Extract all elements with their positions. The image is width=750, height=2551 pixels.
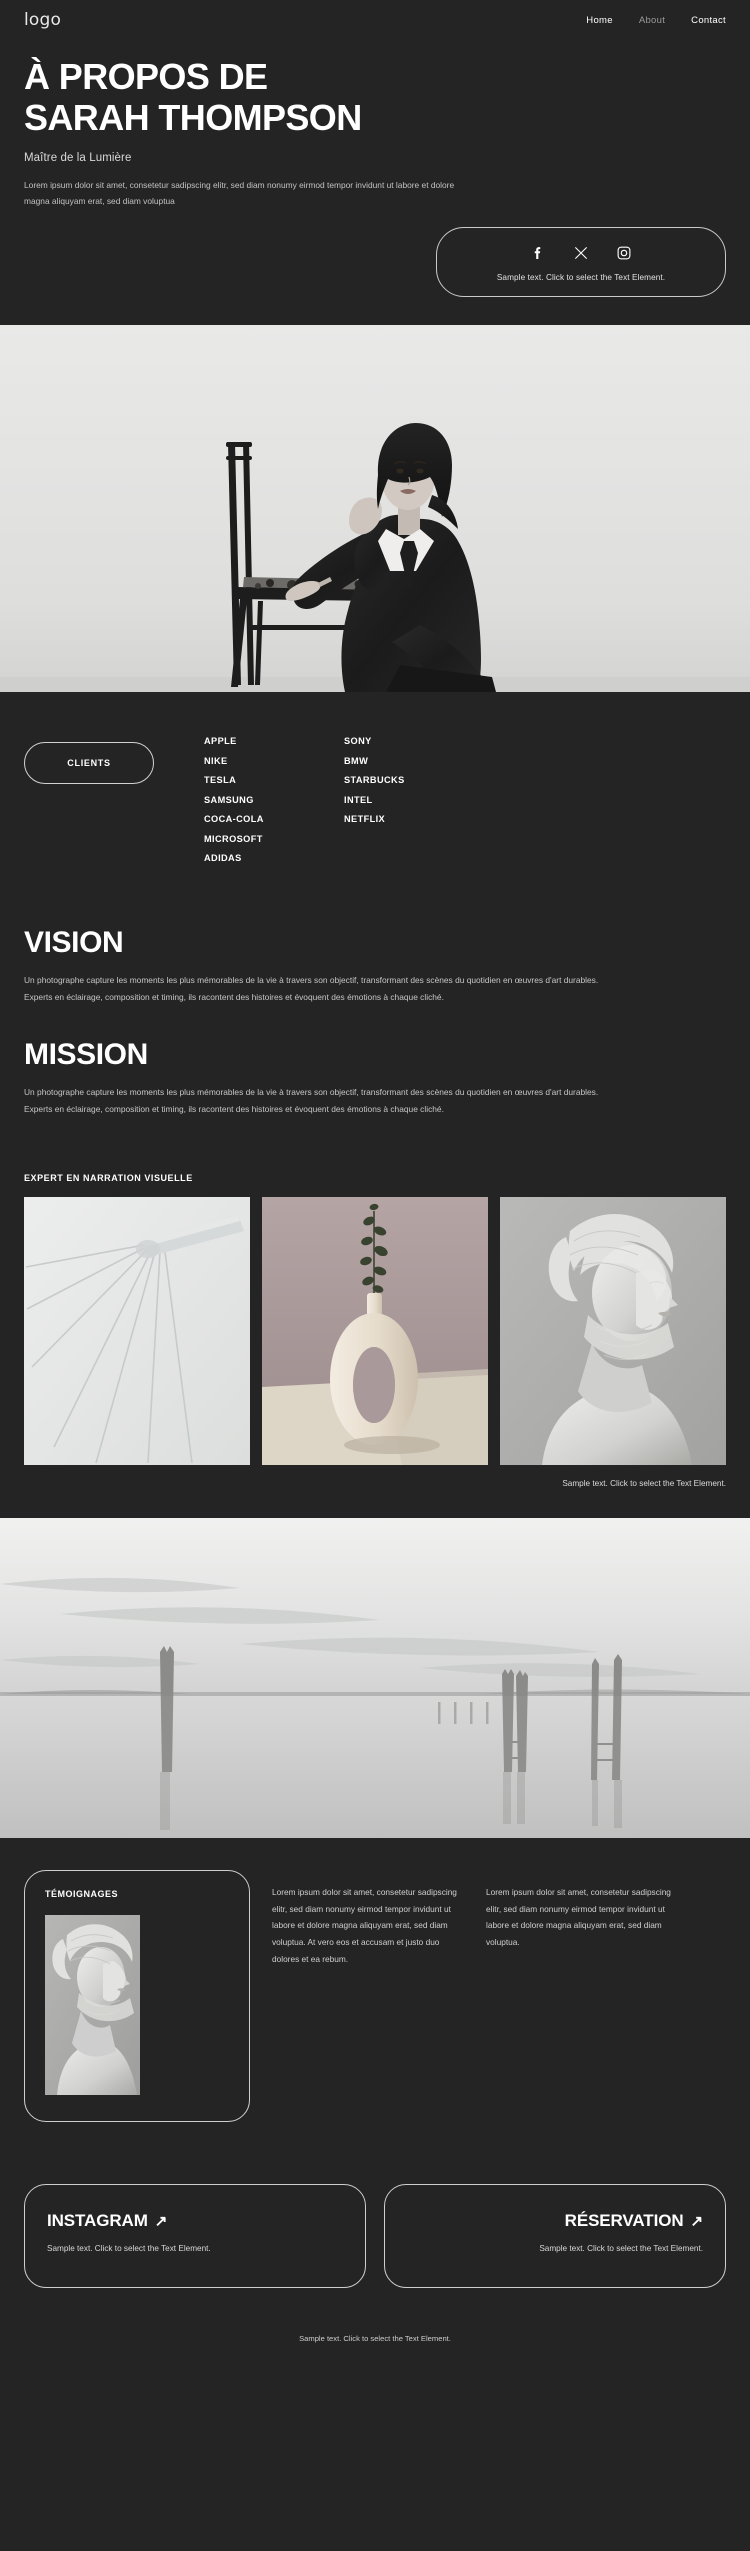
vision-block: VISION Un photographe capture les moment… xyxy=(24,927,726,1005)
vision-heading: VISION xyxy=(24,925,124,959)
client-item[interactable]: TESLA xyxy=(204,775,344,785)
instagram-icon[interactable] xyxy=(616,244,633,261)
page-title-line-1: À PROPOS DE xyxy=(24,56,268,97)
hero-photo xyxy=(0,325,750,693)
client-item[interactable]: STARBUCKS xyxy=(344,775,484,785)
client-item[interactable]: NETFLIX xyxy=(344,814,484,824)
client-item[interactable]: INTEL xyxy=(344,795,484,805)
facebook-icon[interactable] xyxy=(530,244,547,261)
reservation-cta-title: RÉSERVATION ↗ xyxy=(407,2211,703,2231)
nav-item-about[interactable]: About xyxy=(639,15,665,26)
x-twitter-icon[interactable] xyxy=(573,244,590,261)
client-item[interactable]: APPLE xyxy=(204,736,344,746)
site-header: logo Home About Contact xyxy=(0,0,750,40)
testimonial-photo xyxy=(45,1915,140,2096)
client-item[interactable]: BMW xyxy=(344,756,484,766)
footer-text: Sample text. Click to select the Text El… xyxy=(299,2334,451,2344)
vision-body: Un photographe capture les moments les p… xyxy=(24,975,599,1002)
testimonial-quote: Lorem ipsum dolor sit amet, consetetur s… xyxy=(486,1887,671,1947)
arrow-up-right-icon: ↗ xyxy=(690,2212,704,2230)
testimonial-quote: Lorem ipsum dolor sit amet, consetetur s… xyxy=(272,1887,457,1964)
arrow-up-right-icon: ↗ xyxy=(154,2212,168,2230)
main-nav: Home About Contact xyxy=(586,15,726,26)
hero-subtitle: Maître de la Lumière xyxy=(24,152,132,165)
gallery-grid xyxy=(0,1197,750,1466)
social-card[interactable]: Sample text. Click to select the Text El… xyxy=(436,227,726,298)
clients-columns: APPLE NIKE TESLA SAMSUNG COCA-COLA MICRO… xyxy=(204,736,484,873)
vision-mission-section: VISION Un photographe capture les moment… xyxy=(0,907,750,1118)
client-item[interactable]: MICROSOFT xyxy=(204,834,344,844)
gallery-item-ceramic-vase[interactable] xyxy=(262,1197,488,1466)
client-item[interactable]: NIKE xyxy=(204,756,344,766)
nav-item-contact[interactable]: Contact xyxy=(691,15,726,26)
gallery-item-draped-bust[interactable] xyxy=(500,1197,726,1466)
client-item[interactable]: ADIDAS xyxy=(204,853,344,863)
client-item[interactable]: SONY xyxy=(344,736,484,746)
instagram-cta-label: INSTAGRAM xyxy=(47,2211,148,2231)
social-section: Sample text. Click to select the Text El… xyxy=(0,209,750,298)
nav-item-home[interactable]: Home xyxy=(586,15,613,26)
page-title-line-2: SARAH THOMPSON xyxy=(24,97,362,139)
reservation-cta-card[interactable]: RÉSERVATION ↗ Sample text. Click to sele… xyxy=(384,2184,726,2289)
landscape-photo xyxy=(0,1518,750,1839)
instagram-cta-text: Sample text. Click to select the Text El… xyxy=(47,2244,211,2254)
testimonials-card[interactable]: TÉMOIGNAGES xyxy=(24,1870,250,2123)
gallery-caption: Sample text. Click to select the Text El… xyxy=(562,1479,726,1489)
gallery-item-abstract-lines[interactable] xyxy=(24,1197,250,1466)
social-caption: Sample text. Click to select the Text El… xyxy=(496,273,666,283)
cta-section: INSTAGRAM ↗ Sample text. Click to select… xyxy=(0,2122,750,2289)
social-icon-row xyxy=(447,244,715,261)
page-root: logo Home About Contact À PROPOS DE SARA… xyxy=(0,0,750,2369)
mission-block: MISSION Un photographe capture les momen… xyxy=(24,1039,726,1117)
clients-column-left: APPLE NIKE TESLA SAMSUNG COCA-COLA MICRO… xyxy=(204,736,344,873)
clients-column-right: SONY BMW STARBUCKS INTEL NETFLIX xyxy=(344,736,484,873)
testimonials-title: TÉMOIGNAGES xyxy=(45,1889,119,1900)
testimonials-section: TÉMOIGNAGES Lorem ipsum dolor sit amet, … xyxy=(0,1838,750,2123)
hero-lead-paragraph: Lorem ipsum dolor sit amet, consetetur s… xyxy=(24,180,455,206)
mission-heading: MISSION xyxy=(24,1037,148,1071)
gallery-eyebrow: EXPERT EN NARRATION VISUELLE xyxy=(24,1173,193,1184)
reservation-cta-text: Sample text. Click to select the Text El… xyxy=(539,2244,703,2254)
client-item[interactable]: SAMSUNG xyxy=(204,795,344,805)
instagram-cta-title: INSTAGRAM ↗ xyxy=(47,2211,343,2231)
clients-button[interactable]: CLIENTS xyxy=(24,742,154,785)
logo[interactable]: logo xyxy=(24,10,61,30)
client-item[interactable]: COCA-COLA xyxy=(204,814,344,824)
reservation-cta-label: RÉSERVATION xyxy=(564,2211,684,2231)
hero-section: À PROPOS DE SARAH THOMPSON Maître de la … xyxy=(0,40,750,209)
mission-body: Un photographe capture les moments les p… xyxy=(24,1087,599,1114)
instagram-cta-card[interactable]: INSTAGRAM ↗ Sample text. Click to select… xyxy=(24,2184,366,2289)
page-title: À PROPOS DE SARAH THOMPSON xyxy=(24,56,726,138)
clients-section: CLIENTS APPLE NIKE TESLA SAMSUNG COCA-CO… xyxy=(0,692,750,907)
